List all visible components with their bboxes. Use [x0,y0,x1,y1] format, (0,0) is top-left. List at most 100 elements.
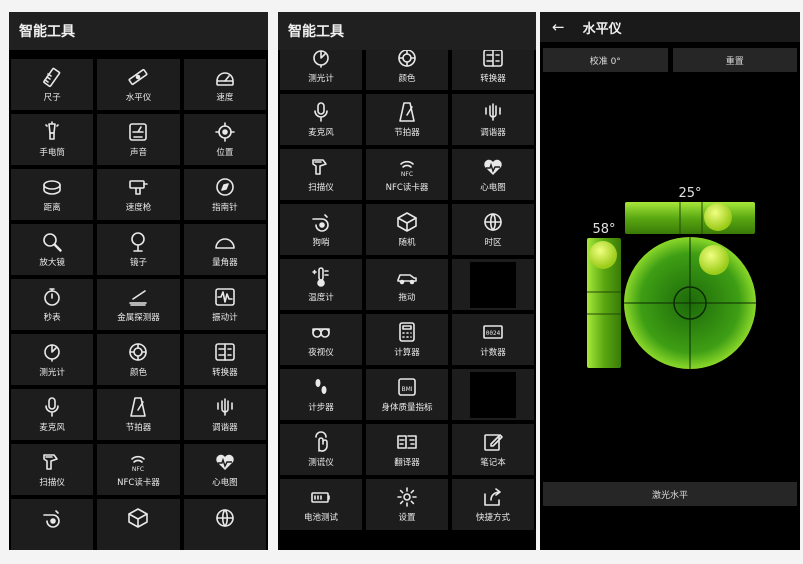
tool-tile-vibrometer[interactable]: 振动计 [183,279,266,330]
tool-tile-stopwatch[interactable]: 秒表 [11,279,94,330]
tool-tile-world-clock[interactable] [183,499,266,550]
tool-tile-footsteps[interactable]: 计步器 [280,369,362,420]
tool-tile-world-clock[interactable]: 时区 [452,204,534,255]
tool-tile-converter[interactable]: 转换器 [183,334,266,385]
level-display: 25° 58° [587,186,756,369]
tool-tile-nfc[interactable]: NFC NFC读卡器 [366,149,448,200]
tool-tile-location[interactable]: 位置 [183,114,266,165]
random-dice-icon [125,507,151,529]
tool-tile-shortcut[interactable]: 快捷方式 [452,479,534,530]
calibrate-button[interactable]: 校准 0° [543,48,668,72]
tool-label: 水平仪 [125,93,152,103]
tool-tile-nfc[interactable]: NFC NFC读卡器 [97,444,180,495]
light-meter-icon [39,341,65,363]
tool-tile-heart-rate[interactable]: 心电图 [452,149,534,200]
converter-icon [480,47,506,69]
tool-label: 夜视仪 [308,348,334,358]
tool-tile-heart-rate[interactable]: 心电图 [183,444,266,495]
tool-tile-calculator[interactable]: 计算器 [366,314,448,365]
tool-tile-compass[interactable]: 指南针 [183,169,266,220]
tool-tile-microphone[interactable]: 麦克风 [11,389,94,440]
tool-label: 位置 [216,148,234,158]
tool-tile-ruler[interactable]: 尺子 [11,59,94,110]
battery-icon [308,486,334,508]
level-header: ← 水平仪 [540,12,800,42]
tool-label: 温度计 [308,293,334,303]
laser-level-button[interactable]: 激光水平 [543,482,797,506]
whistle-icon [308,211,334,233]
tool-label: 量角器 [212,258,238,268]
tool-tile-random-dice[interactable] [97,499,180,550]
tool-tile-metal-detector[interactable]: 金属探测器 [97,279,180,330]
tool-tile-car[interactable]: 拖动 [366,259,448,310]
tool-label: NFC读卡器 [385,183,429,193]
tool-label: 设置 [398,513,416,523]
tool-label: 距离 [43,203,61,213]
spirit-level-screen: ← 水平仪 校准 0° 重置 25° 58° 激光水平 [540,12,800,550]
car-icon [394,266,420,288]
tool-tile-protractor[interactable]: 量角器 [183,224,266,275]
page-title: 水平仪 [582,21,622,37]
translator-icon [394,431,420,453]
empty-tile [452,259,534,310]
protractor-icon [212,231,238,253]
tool-tile-whistle[interactable]: 狗哨 [280,204,362,255]
tool-tile-bmi[interactable]: BMI 身体质量指标 [366,369,448,420]
metronome-icon [394,101,420,123]
svg-text:NFC: NFC [401,171,413,178]
microphone-icon [39,396,65,418]
tool-tile-color-picker[interactable]: 颜色 [97,334,180,385]
thermometer-icon [308,266,334,288]
location-icon [212,121,238,143]
tool-tile-magnifier[interactable]: 放大镜 [11,224,94,275]
tool-tile-whistle[interactable] [11,499,94,550]
tool-tile-sound-meter[interactable]: 声音 [97,114,180,165]
tool-tile-counter[interactable]: 0024 计数器 [452,314,534,365]
tool-label: 镜子 [129,258,147,268]
back-arrow-icon[interactable]: ← [552,18,565,36]
horizontal-level-tube [625,202,755,234]
tool-tile-notebook[interactable]: 笔记本 [452,424,534,475]
light-meter-icon [308,47,334,69]
reset-button[interactable]: 重置 [672,48,797,72]
tool-tile-lie-detector[interactable]: 测谎仪 [280,424,362,475]
tool-tile-night-vision[interactable]: 夜视仪 [280,314,362,365]
tool-tile-light-meter[interactable]: 测光计 [11,334,94,385]
tool-tile-tuner[interactable]: 调谐器 [183,389,266,440]
tool-tile-tuner[interactable]: 调谐器 [452,94,534,145]
tool-tile-metronome[interactable]: 节拍器 [97,389,180,440]
tool-tile-settings-gear[interactable]: 设置 [366,479,448,530]
heart-rate-icon [480,156,506,178]
tool-tile-barcode-scanner[interactable]: 扫描仪 [11,444,94,495]
compass-icon [212,176,238,198]
tool-label: 测光计 [308,74,334,84]
app-title: 智能工具 [9,12,268,50]
tool-label: 计算器 [394,348,420,358]
night-vision-icon [308,321,334,343]
tool-tile-speed-gun[interactable]: 速度枪 [97,169,180,220]
tool-label: 拖动 [398,293,416,303]
shortcut-icon [480,486,506,508]
tool-label: 调谐器 [480,128,506,138]
tool-tile-barcode-scanner[interactable]: 扫描仪 [280,149,362,200]
tool-tile-thermometer[interactable]: 温度计 [280,259,362,310]
tool-tile-mirror[interactable]: 镜子 [97,224,180,275]
nfc-icon: NFC [394,156,420,178]
tool-tile-metronome[interactable]: 节拍器 [366,94,448,145]
tool-label: 指南针 [212,203,238,213]
tool-tile-tape-measure[interactable]: 距离 [11,169,94,220]
tool-label: NFC读卡器 [117,478,160,488]
tool-grid: 尺子 水平仪 速度手电筒 声音 位置距离 速度枪 指南针放大镜 镜子 量角器秒表 金属探测器 振动计… [11,59,266,550]
tools-screen-1: 智能工具 尺子 水平仪 速度手电筒 声音 位置距离 速度枪 指南针放大镜 镜子 量角器秒表 金属探… [9,12,268,550]
tool-tile-battery[interactable]: 电池测试 [280,479,362,530]
notebook-icon [480,431,506,453]
tool-tile-translator[interactable]: 翻译器 [366,424,448,475]
metronome-icon [125,396,151,418]
calculator-icon [394,321,420,343]
tool-tile-microphone[interactable]: 麦克风 [280,94,362,145]
tool-tile-spirit-level[interactable]: 水平仪 [97,59,180,110]
tool-tile-flashlight[interactable]: 手电筒 [11,114,94,165]
tool-tile-speedometer[interactable]: 速度 [183,59,266,110]
tool-tile-random-dice[interactable]: 随机 [366,204,448,255]
tool-label: 电池测试 [303,513,338,523]
